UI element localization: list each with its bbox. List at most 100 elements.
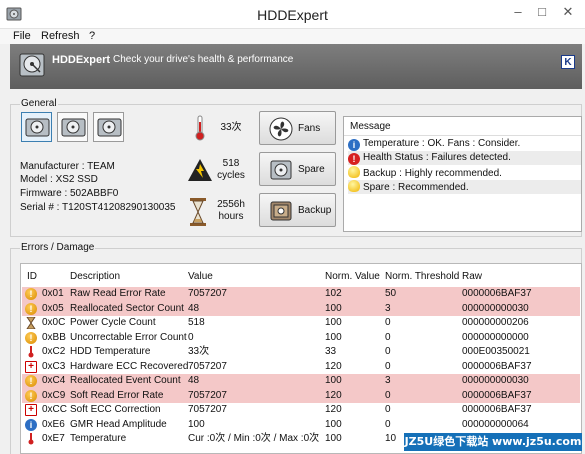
cell-value: 48 — [188, 375, 200, 386]
close-button[interactable]: ✕ — [557, 2, 579, 22]
cell-desc: Reallocated Sector Count — [70, 302, 184, 314]
k-badge-icon: K — [561, 55, 575, 69]
table-row[interactable]: i 0xE6 GMR Head Amplitude 100 100 0 0000000000… — [22, 418, 580, 433]
spare-button[interactable]: Spare — [259, 152, 336, 186]
info-icon: i — [25, 418, 37, 431]
column-header-description[interactable]: Description — [70, 271, 120, 282]
hard-drive-icon — [25, 118, 50, 137]
hourglass-icon — [190, 198, 206, 226]
cell-id: 0xE6 — [42, 418, 65, 430]
thermometer-icon — [195, 115, 205, 141]
temperature-value: 33次 — [220, 122, 242, 133]
warning-icon: ! — [25, 288, 37, 300]
cell-id: 0xE7 — [42, 433, 65, 444]
cell-value: 7057207 — [188, 288, 227, 299]
cell-thr: 0 — [385, 418, 391, 430]
hard-drive-icon — [97, 118, 122, 137]
table-row[interactable]: 0xC2 HDD Temperature 33次 33 0 000E00350021 — [22, 345, 580, 360]
warning-icon: ! — [25, 389, 37, 402]
cell-norm: 120 — [325, 389, 342, 401]
menu-file[interactable]: File — [13, 30, 31, 42]
menu-help[interactable]: ? — [89, 30, 95, 42]
table-row[interactable]: ! 0xC9 Soft Read Error Rate 7057207 120 0 0000… — [22, 388, 580, 403]
message-divider — [344, 135, 581, 136]
cell-thr: 0 — [385, 389, 391, 401]
info-icon: i — [348, 139, 360, 151]
table-row[interactable]: ! 0xBB Uncorrectable Error Count 0 100 0 00000… — [22, 331, 580, 346]
maximize-button[interactable]: □ — [531, 2, 553, 22]
table-row[interactable]: ! 0x05 Reallocated Sector Count 48 100 3 00000… — [22, 301, 580, 316]
table-row[interactable]: ! 0x01 Raw Read Error Rate 7057207 102 50 0000… — [22, 287, 580, 302]
cell-thr: 10 — [385, 433, 397, 444]
drive-2-button[interactable] — [57, 112, 88, 142]
cell-norm: 33 — [325, 346, 337, 357]
column-header-value[interactable]: Value — [188, 271, 213, 282]
cell-desc: GMR Head Amplitude — [70, 418, 167, 430]
title-bar: HDDExpert – □ ✕ — [0, 0, 585, 29]
drive-1-button[interactable] — [21, 112, 52, 142]
column-header-id[interactable]: ID — [27, 271, 37, 282]
errors-group-label: Errors / Damage — [20, 242, 96, 253]
table-row[interactable]: +0xCC Soft ECC Correction 7057207 120 0 00000… — [22, 403, 580, 418]
message-item: i Temperature : OK. Fans : Consider. — [348, 137, 581, 151]
cell-value: Cur :0次 / Min :0次 / Max :0次 — [188, 433, 320, 444]
errors-table[interactable]: ID Description Value Norm. Value Norm. T… — [20, 263, 582, 454]
cell-raw: 000000000206 — [462, 317, 529, 328]
error-icon: ! — [348, 153, 360, 165]
minimize-button[interactable]: – — [507, 2, 529, 22]
model-label: Model : XS2 SSD — [20, 174, 98, 185]
spare-drive-icon — [270, 160, 292, 180]
cell-norm: 100 — [325, 375, 342, 386]
cell-desc: Hardware ECC Recovered — [70, 360, 189, 372]
cell-raw: 0000006BAF37 — [462, 288, 532, 299]
cell-desc: HDD Temperature — [70, 346, 151, 357]
cell-id: 0xC2 — [42, 346, 66, 357]
cell-norm: 120 — [325, 404, 342, 415]
drive-3-button[interactable] — [93, 112, 124, 142]
cycles-value: 518 cycles — [214, 158, 248, 182]
fans-button-label: Fans — [298, 123, 321, 134]
cell-desc: Reallocated Event Count — [70, 375, 181, 386]
message-text: Spare : Recommended. — [363, 182, 469, 193]
cell-thr: 0 — [385, 317, 391, 328]
cell-value: 33次 — [188, 346, 210, 357]
cell-norm: 120 — [325, 360, 342, 372]
general-group-label: General — [20, 98, 58, 109]
hours-unit: hours — [218, 211, 244, 222]
table-row[interactable]: 0x0C Power Cycle Count 518 100 0 000000000206 — [22, 316, 580, 331]
serial-label: Serial # : T120ST4120829013003​5 — [20, 202, 176, 213]
cell-value: 100 — [188, 418, 205, 430]
cell-value: 7057207 — [188, 360, 227, 372]
cell-raw: 000000000000 — [462, 331, 529, 343]
spare-button-label: Spare — [298, 164, 325, 175]
cell-desc: Soft Read Error Rate — [70, 389, 164, 401]
column-header-norm-value[interactable]: Norm. Value — [325, 271, 380, 282]
manufacturer-label: Manufacturer : TEAM — [20, 161, 115, 172]
cell-desc: Uncorrectable Error Count — [70, 331, 187, 343]
message-text: Health Status : Failures detected. — [363, 152, 511, 163]
firmware-label: Firmware : 502ABBF0 — [20, 188, 119, 199]
bulb-icon — [348, 166, 360, 178]
cell-raw: 0000006BAF37 — [462, 389, 532, 401]
column-header-raw[interactable]: Raw — [462, 271, 482, 282]
fans-button[interactable]: Fans — [259, 111, 336, 145]
fan-icon — [269, 117, 293, 141]
backup-button[interactable]: Backup — [259, 193, 336, 227]
warning-icon: ! — [25, 302, 37, 315]
message-panel: Message i Temperature : OK. Fans : Consid… — [343, 116, 582, 232]
cell-raw: 000000000030 — [462, 302, 529, 314]
cell-norm: 102 — [325, 288, 342, 299]
cell-id: 0xCC — [42, 404, 68, 415]
warning-icon: ! — [25, 331, 37, 344]
cell-thr: 0 — [385, 331, 391, 343]
column-header-norm-threshold[interactable]: Norm. Threshold — [385, 271, 459, 282]
cell-id: 0xC4 — [42, 375, 66, 386]
message-item: ! Health Status : Failures detected. — [348, 151, 581, 165]
menu-refresh[interactable]: Refresh — [41, 30, 80, 42]
table-row[interactable]: ! 0xC4 Reallocated Event Count 48 100 3 000000… — [22, 374, 580, 389]
cell-raw: 000E00350021 — [462, 346, 530, 357]
hourglass-icon — [25, 316, 37, 330]
message-text: Backup : Highly recommended. — [363, 168, 502, 179]
table-row[interactable]: +0xC3 Hardware ECC Recovered 7057207 120 0 00… — [22, 360, 580, 375]
backup-button-label: Backup — [298, 205, 332, 216]
